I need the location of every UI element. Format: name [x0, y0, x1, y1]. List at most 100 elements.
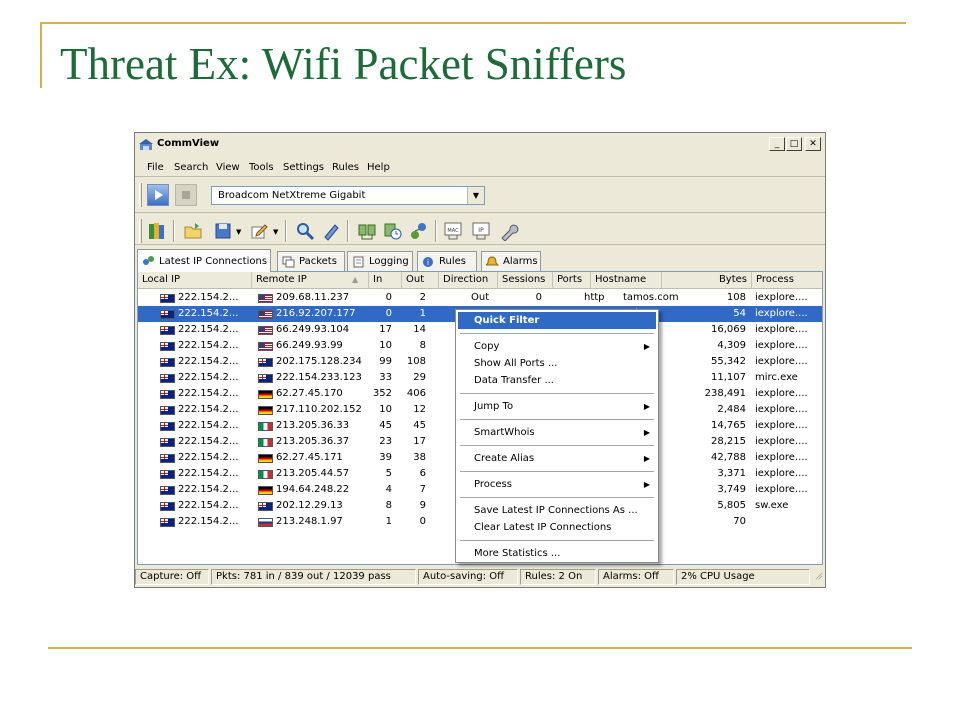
logging-icon	[353, 256, 364, 267]
remote-flag-icon	[258, 518, 273, 527]
cell-remote-ip: 216.92.207.177	[276, 308, 356, 319]
cell-out: 0	[419, 516, 426, 527]
column-process[interactable]: Process	[752, 272, 822, 289]
mac-icon[interactable]: MAC	[443, 221, 463, 241]
remote-flag-icon	[258, 326, 273, 335]
column-bytes[interactable]: Bytes	[662, 272, 752, 289]
slide-rule-bottom	[48, 647, 912, 649]
capture-toolbar: Broadcom NetXtreme Gigabit ▼	[135, 179, 825, 213]
tab-logging[interactable]: Logging	[347, 251, 413, 271]
chevron-down-icon[interactable]: ▼	[273, 228, 278, 236]
stop-capture-button[interactable]	[175, 184, 197, 206]
menu-item-jump-to[interactable]: Jump To ▶	[458, 398, 656, 415]
menu-search[interactable]: Search	[174, 162, 208, 173]
nodes-icon[interactable]	[409, 221, 429, 241]
menu-item-show-all-ports[interactable]: Show All Ports ...	[458, 355, 656, 372]
menu-view[interactable]: View	[216, 162, 240, 173]
menu-settings[interactable]: Settings	[283, 162, 324, 173]
cell-bytes: 70	[733, 516, 746, 527]
cell-out: 2	[419, 292, 426, 303]
chevron-down-icon[interactable]: ▼	[467, 187, 484, 204]
menu-help[interactable]: Help	[367, 162, 390, 173]
local-flag-icon	[160, 294, 175, 303]
remote-flag-icon	[258, 454, 273, 463]
cell-ports: http	[584, 292, 605, 303]
save-icon[interactable]	[213, 221, 233, 241]
cell-out: 108	[406, 356, 426, 367]
cell-process: iexplore....	[755, 324, 808, 335]
stop-icon	[182, 191, 190, 199]
cell-remote-ip: 213.205.44.57	[276, 468, 350, 479]
resize-grip-icon[interactable]	[811, 570, 825, 580]
start-capture-button[interactable]	[147, 184, 169, 206]
open-folder-icon[interactable]	[183, 221, 203, 241]
menu-rules[interactable]: Rules	[332, 162, 359, 173]
remote-flag-icon	[258, 310, 273, 319]
column-ports[interactable]: Ports	[553, 272, 591, 289]
menu-item-data-transfer[interactable]: Data Transfer ...	[458, 372, 656, 389]
cell-remote-ip: 62.27.45.171	[276, 452, 343, 463]
menu-item-save-latest-ip-connections-as[interactable]: Save Latest IP Connections As ...	[458, 502, 656, 519]
sessions-icon[interactable]	[357, 221, 377, 241]
minimize-button[interactable]: _	[769, 137, 785, 151]
books-icon[interactable]	[147, 221, 167, 241]
cell-remote-ip: 66.249.93.99	[276, 340, 343, 351]
local-flag-icon	[160, 342, 175, 351]
adapter-select[interactable]: Broadcom NetXtreme Gigabit ▼	[211, 186, 485, 205]
cell-remote-ip: 194.64.248.22	[276, 484, 350, 495]
clock-icon[interactable]	[383, 221, 403, 241]
svg-text:i: i	[427, 258, 429, 267]
tab-packets[interactable]: Packets	[277, 251, 345, 271]
menu-item-more-statistics[interactable]: More Statistics ...	[458, 545, 656, 562]
menu-item-label: Save Latest IP Connections As ...	[474, 505, 638, 516]
status-cpu: 2% CPU Usage	[676, 569, 810, 585]
toolbar-grip[interactable]	[139, 183, 142, 207]
column-label: Bytes	[718, 274, 747, 285]
menu-item-copy[interactable]: Copy ▶	[458, 338, 656, 355]
column-sessions[interactable]: Sessions	[498, 272, 553, 289]
close-button[interactable]: ✕	[805, 137, 821, 151]
maximize-button[interactable]: □	[786, 137, 802, 151]
cell-process: iexplore....	[755, 484, 808, 495]
column-local-ip[interactable]: Local IP	[138, 272, 252, 289]
chevron-down-icon[interactable]: ▼	[236, 228, 241, 236]
menu-item-create-alias[interactable]: Create Alias ▶	[458, 450, 656, 467]
local-flag-icon	[160, 422, 175, 431]
local-flag-icon	[160, 486, 175, 495]
tab-label: Alarms	[503, 256, 538, 267]
column-direction[interactable]: Direction	[439, 272, 498, 289]
cell-local-ip: 222.154.2...	[178, 356, 239, 367]
menu-item-smartwhois[interactable]: SmartWhois ▶	[458, 424, 656, 441]
table-row[interactable]: 222.154.2... 209.68.11.237 0 2 Out 0 http tamos…	[138, 290, 822, 306]
window-titlebar[interactable]: CommView _ □ ✕	[135, 133, 825, 157]
remote-flag-icon	[258, 502, 273, 511]
menu-item-process[interactable]: Process ▶	[458, 476, 656, 493]
cell-process: iexplore....	[755, 404, 808, 415]
menu-file[interactable]: File	[147, 162, 164, 173]
toolbar-grip[interactable]	[139, 219, 142, 243]
edit-icon[interactable]	[249, 221, 269, 241]
slide-rule-left	[40, 22, 42, 88]
sort-ascending-icon: ▲	[352, 275, 359, 284]
wrench-icon[interactable]	[499, 221, 519, 241]
column-in[interactable]: In	[369, 272, 402, 289]
local-flag-icon	[160, 438, 175, 447]
search-icon[interactable]	[295, 221, 315, 241]
tab-latest-ip-connections[interactable]: Latest IP Connections	[137, 249, 271, 272]
filter-icon[interactable]	[321, 221, 341, 241]
remote-flag-icon	[258, 406, 273, 415]
menu-tools[interactable]: Tools	[249, 162, 274, 173]
tab-alarms[interactable]: Alarms	[481, 251, 541, 271]
menu-item-quick-filter[interactable]: Quick Filter	[458, 312, 656, 329]
ip-icon[interactable]: IP	[471, 221, 491, 241]
table-header: Local IP Remote IP ▲ In Out Direction Se…	[138, 272, 822, 289]
menu-item-clear-latest-ip-connections[interactable]: Clear Latest IP Connections	[458, 519, 656, 536]
column-hostname[interactable]: Hostname	[591, 272, 662, 289]
local-flag-icon	[160, 470, 175, 479]
tab-label: Latest IP Connections	[159, 255, 268, 267]
column-out[interactable]: Out	[402, 272, 439, 289]
tab-rules[interactable]: i Rules	[417, 251, 477, 271]
column-remote-ip[interactable]: Remote IP ▲	[252, 272, 369, 289]
commview-app-icon	[139, 139, 153, 150]
local-flag-icon	[160, 502, 175, 511]
